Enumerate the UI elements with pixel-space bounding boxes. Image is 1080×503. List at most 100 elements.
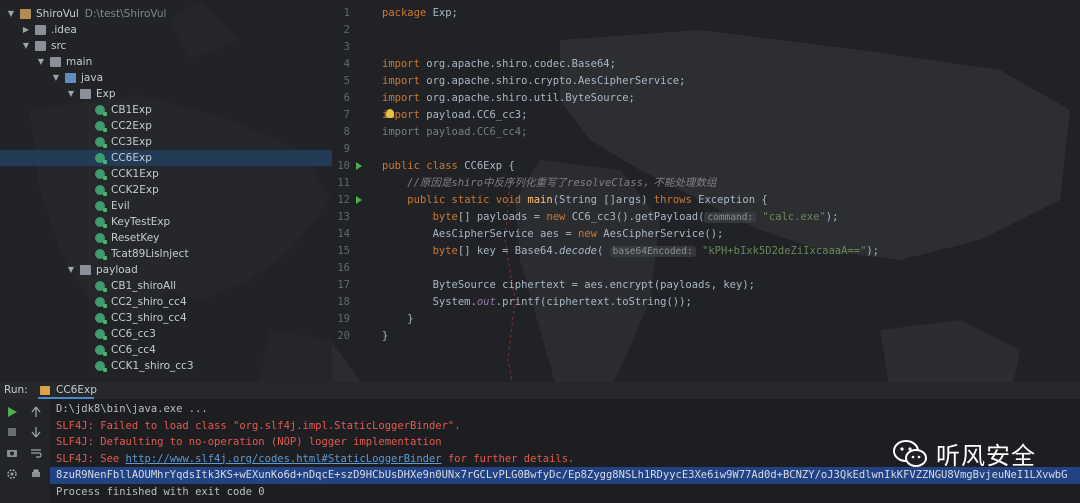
code-token: ( — [596, 245, 610, 257]
tree-item-cc3-shiro-cc4[interactable]: CC3_shiro_cc4 — [0, 310, 332, 326]
console-text: SLF4J: See — [56, 452, 126, 465]
tree-item-evil[interactable]: Evil — [0, 198, 332, 214]
code-token: CC6Exp { — [464, 160, 515, 172]
chevron-down-icon[interactable]: ▼ — [66, 262, 76, 278]
code-token: public static void — [407, 194, 528, 206]
tree-item-cc6exp[interactable]: CC6Exp — [0, 150, 332, 166]
console-error-line: SLF4J: Failed to load class "org.slf4j.i… — [56, 419, 461, 432]
tree-item-label: CC3_shiro_cc4 — [111, 312, 187, 324]
code-token: main — [527, 194, 553, 206]
code-token: org.apache.shiro.util.ByteSource; — [426, 92, 635, 104]
parameter-hint: command: — [704, 212, 757, 223]
java-class-icon — [95, 313, 107, 324]
rerun-icon[interactable] — [6, 406, 18, 418]
tree-item-label: .idea — [51, 24, 77, 36]
arrow-up-icon[interactable] — [30, 406, 42, 418]
tree-item-src[interactable]: ▼ src — [0, 38, 332, 54]
tree-item-cc3exp[interactable]: CC3Exp — [0, 134, 332, 150]
line-number: 12 — [337, 194, 350, 206]
code-editor[interactable]: package Exp; import org.apache.shiro.code… — [382, 0, 1080, 382]
line-number: 16 — [337, 262, 350, 274]
tree-item-cck1exp[interactable]: CCK1Exp — [0, 166, 332, 182]
code-token: ByteSource ciphertext = aes.encrypt(payl… — [382, 279, 755, 291]
tree-item-label: CCK1_shiro_cc3 — [111, 360, 194, 372]
java-class-icon — [95, 105, 107, 116]
code-line: byte[] key = Base64.decode( base64Encode… — [382, 243, 879, 260]
code-token: //原因是shiro中反序列化重写了resolveClass，不能处理数组 — [382, 177, 717, 189]
tree-item-idea[interactable]: ▶ .idea — [0, 22, 332, 38]
line-number: 8 — [343, 126, 350, 138]
line-number: 1 — [343, 7, 350, 19]
code-token: AesCipherService aes = — [382, 228, 578, 240]
tree-item-label: CB1_shiroAll — [111, 280, 177, 292]
tree-item-main[interactable]: ▼ main — [0, 54, 332, 70]
tree-item-shirovul[interactable]: ▼ ShiroVul D:\test\ShiroVul — [0, 6, 332, 22]
run-label: Run: — [4, 384, 28, 396]
tree-item-label: ResetKey — [111, 232, 160, 244]
chevron-down-icon[interactable]: ▼ — [36, 54, 46, 70]
chevron-right-icon[interactable]: ▶ — [21, 22, 31, 38]
tree-item-cc6-cc3[interactable]: CC6_cc3 — [0, 326, 332, 342]
folder-icon — [65, 73, 76, 83]
folder-icon — [80, 265, 91, 275]
tree-item-cb1exp[interactable]: CB1Exp — [0, 102, 332, 118]
code-line: } — [382, 311, 413, 328]
run-tab-cc6exp[interactable]: CC6Exp — [56, 384, 97, 396]
tree-item-resetkey[interactable]: ResetKey — [0, 230, 332, 246]
chevron-down-icon[interactable]: ▼ — [51, 70, 61, 86]
line-number: 6 — [343, 92, 350, 104]
tree-item-label: CCK1Exp — [111, 168, 159, 180]
tree-item-cc2-shiro-cc4[interactable]: CC2_shiro_cc4 — [0, 294, 332, 310]
code-token: package — [382, 7, 433, 19]
chevron-down-icon[interactable]: ▼ — [21, 38, 31, 54]
tree-item-label: Tcat89LisInject — [111, 248, 189, 260]
tree-item-label: CC6Exp — [111, 152, 152, 164]
code-token: CC6_cc3().getPayload( — [571, 211, 705, 223]
watermark-text: 听风安全 — [936, 442, 1036, 470]
lightbulb-icon[interactable] — [386, 109, 394, 118]
tree-item-cc2exp[interactable]: CC2Exp — [0, 118, 332, 134]
settings-icon[interactable] — [6, 468, 18, 480]
tree-item-java[interactable]: ▼ java — [0, 70, 332, 86]
java-class-icon — [95, 137, 107, 148]
line-number: 17 — [337, 279, 350, 291]
code-token: } — [382, 330, 389, 342]
tree-item-label: CC3Exp — [111, 136, 152, 148]
code-token: new — [577, 228, 604, 240]
camera-icon[interactable] — [6, 447, 18, 459]
stop-icon[interactable] — [6, 426, 18, 438]
print-icon[interactable] — [30, 468, 42, 480]
tree-item-payload[interactable]: ▼ payload — [0, 262, 332, 278]
console-text: for further details. — [441, 452, 575, 465]
line-number: 20 — [337, 330, 350, 342]
tree-item-tcat89lisinject[interactable]: Tcat89LisInject — [0, 246, 332, 262]
tree-item-label: KeyTestExp — [111, 216, 171, 228]
tree-item-cck2exp[interactable]: CCK2Exp — [0, 182, 332, 198]
tree-item-cck1-shiro-cc3[interactable]: CCK1_shiro_cc3 — [0, 358, 332, 374]
chevron-down-icon[interactable]: ▼ — [66, 86, 76, 102]
code-token: .printf(ciphertext.toString()); — [495, 296, 692, 308]
run-gutter-icon[interactable] — [356, 162, 362, 170]
chevron-down-icon[interactable]: ▼ — [6, 6, 16, 22]
console-error-line: SLF4J: See http://www.slf4j.org/codes.ht… — [56, 451, 574, 468]
code-token: System. — [382, 296, 477, 308]
run-gutter-icon[interactable] — [356, 196, 362, 204]
tree-item-label: java — [81, 72, 103, 84]
code-token: "calc.exe" — [762, 211, 826, 223]
arrow-down-icon[interactable] — [30, 426, 42, 438]
console-link[interactable]: http://www.slf4j.org/codes.html#StaticLo… — [126, 453, 442, 465]
java-class-icon — [95, 201, 107, 212]
tree-item-cc6-cc4[interactable]: CC6_cc4 — [0, 342, 332, 358]
wrap-lines-icon[interactable] — [30, 447, 42, 459]
code-token: out — [476, 296, 496, 308]
tree-item-keytestexp[interactable]: KeyTestExp — [0, 214, 332, 230]
java-class-icon — [95, 249, 107, 260]
tree-item-exp[interactable]: ▼ Exp — [0, 86, 332, 102]
tree-item-cb1-shiroall[interactable]: CB1_shiroAll — [0, 278, 332, 294]
tree-item-label: src — [51, 40, 67, 52]
code-token: Exp; — [432, 7, 458, 19]
tree-item-label: CC6_cc3 — [111, 328, 156, 340]
folder-icon — [80, 89, 91, 99]
